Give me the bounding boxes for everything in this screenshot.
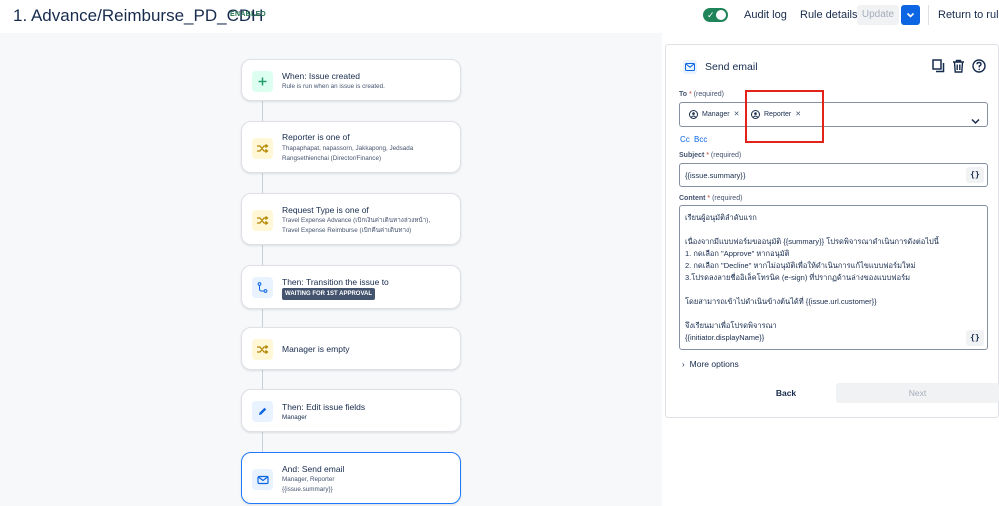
duplicate-icon[interactable] <box>932 59 945 78</box>
rule-component-condition[interactable]: Manager is empty <box>241 327 461 370</box>
content-line: 3.โปรดลงลายชื่ออิเล็คโทรนิค (e-sign) ที่… <box>685 273 911 282</box>
content-line: 2. กดเลือก "Decline" หากไม่อนุมัติเพื่อใ… <box>685 261 916 270</box>
content-textarea[interactable]: เรียนผู้อนุมัติลำดับแรก เนื่องจากมีแบบฟอ… <box>679 205 988 350</box>
bcc-link[interactable]: Bcc <box>694 135 707 144</box>
content-line: {{initiator.displayName}} <box>685 333 765 342</box>
envelope-icon <box>252 469 273 490</box>
recipient-chip: Manager ✕ <box>689 108 740 121</box>
chevron-down-icon[interactable] <box>971 112 980 130</box>
panel-title: Send email <box>705 61 758 73</box>
chevron-right-icon: › <box>682 360 685 369</box>
audit-log-button[interactable]: Audit log <box>744 9 787 21</box>
content-line: โดยสามารถเข้าไปดำเนินข้างต้นได้ที่ {{iss… <box>685 297 877 306</box>
toggle-knob <box>716 10 726 20</box>
content-line: จึงเรียนมาเพื่อโปรดพิจารณา <box>685 321 777 330</box>
rule-details-button[interactable]: Rule details <box>800 9 857 21</box>
component-title: Then: Transition the issue to <box>282 277 389 287</box>
plus-icon <box>252 71 273 92</box>
component-title: And: Send email <box>282 464 345 474</box>
rule-component-send-email[interactable]: And: Send email Manager, Reporter {{issu… <box>241 452 461 504</box>
return-to-rules-button[interactable]: Return to rules <box>938 9 999 21</box>
shuffle-icon <box>252 210 273 231</box>
component-subtitle: Rangsethienchai (Director/Finance) <box>282 155 382 162</box>
header-divider <box>928 5 929 25</box>
component-config-panel: Send email To * (required) Manager ✕ Rep… <box>665 44 999 418</box>
component-subtitle: Travel Expense Reimburse (เบิกคืนค่าเดิน… <box>282 227 412 234</box>
component-title: Then: Edit issue fields <box>282 402 366 412</box>
component-subtitle: Travel Expense Advance (เบิกเงินค่าเดินท… <box>282 217 431 224</box>
help-icon[interactable] <box>972 59 986 78</box>
component-title: When: Issue created <box>282 71 360 81</box>
component-subtitle: WAITING FOR 1ST APPROVAL <box>282 287 376 300</box>
update-button[interactable]: Update <box>857 5 899 25</box>
check-icon: ✓ <box>707 10 715 20</box>
smart-value-button[interactable]: {} <box>966 167 984 183</box>
update-dropdown-button[interactable] <box>901 5 920 25</box>
subject-value: {{issue.summary}} <box>685 171 746 180</box>
next-button[interactable]: Next <box>836 383 999 403</box>
pencil-icon <box>252 401 273 422</box>
user-circle-icon <box>689 110 698 119</box>
component-subtitle: Rule is run when an issue is created. <box>282 83 385 90</box>
shuffle-icon <box>252 339 273 360</box>
component-subtitle: Thapaphapat, napassorn, Jakkapong, Jedsa… <box>282 145 414 152</box>
component-title: Reporter is one of <box>282 132 350 142</box>
smart-value-button[interactable]: {} <box>966 330 984 346</box>
more-options-toggle[interactable]: › More options <box>682 359 739 369</box>
trash-icon[interactable] <box>952 59 965 78</box>
cc-link[interactable]: Cc <box>680 135 690 144</box>
transition-icon <box>252 277 273 298</box>
rule-component-action[interactable]: Then: Edit issue fields Manager <box>241 389 461 432</box>
component-title: Manager is empty <box>282 344 350 354</box>
to-label: To * (required) <box>679 91 725 98</box>
chevron-down-icon <box>906 12 915 18</box>
rule-component-trigger[interactable]: When: Issue created Rule is run when an … <box>241 59 461 101</box>
component-title: Request Type is one of <box>282 205 369 215</box>
back-button[interactable]: Back <box>746 383 826 403</box>
enable-toggle[interactable]: ✓ <box>703 8 728 22</box>
status-lozenge: WAITING FOR 1ST APPROVAL <box>282 288 376 300</box>
subject-input[interactable]: {{issue.summary}} {} <box>679 163 988 187</box>
content-line: 1. กดเลือก "Approve" หากอนุมัติ <box>685 249 790 258</box>
rule-title: 1. Advance/Reimburse_PD_CDH <box>13 6 264 25</box>
component-subtitle: {{issue.summary}} <box>282 486 333 493</box>
envelope-icon <box>683 60 697 74</box>
status-badge: ENABLED <box>230 11 266 18</box>
subject-label: Subject * (required) <box>679 152 742 159</box>
chip-label: Manager <box>702 111 730 118</box>
component-subtitle: Manager, Reporter <box>282 476 335 483</box>
remove-chip-icon[interactable]: ✕ <box>734 108 740 121</box>
component-subtitle: Manager <box>282 414 307 421</box>
content-line: เรียนผู้อนุมัติลำดับแรก <box>685 213 757 222</box>
content-label: Content * (required) <box>679 195 743 202</box>
annotation-highlight-box <box>745 90 824 143</box>
to-select[interactable]: Manager ✕ Reporter ✕ <box>679 102 988 127</box>
rule-component-action[interactable]: Then: Transition the issue to WAITING FO… <box>241 265 461 309</box>
rule-component-condition[interactable]: Reporter is one of Thapaphapat, napassor… <box>241 121 461 173</box>
shuffle-icon <box>252 138 273 159</box>
rule-component-condition[interactable]: Request Type is one of Travel Expense Ad… <box>241 193 461 245</box>
content-line: เนื่องจากมีแบบฟอร์มขออนุมัติ {{summary}}… <box>685 237 939 246</box>
